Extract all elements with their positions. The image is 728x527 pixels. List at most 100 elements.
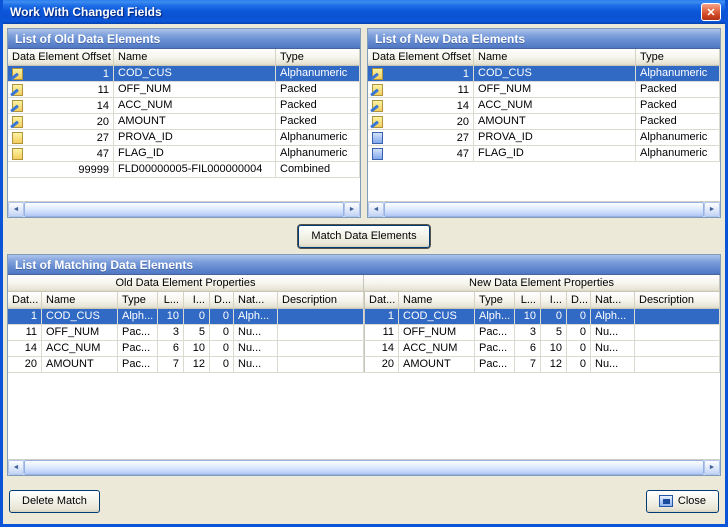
offset-column-header[interactable]: Data Element Offset — [368, 49, 474, 65]
offset-value: 47 — [457, 148, 469, 160]
table-row[interactable]: 20 AMOUNT Packed — [368, 114, 720, 130]
internal-cell: 5 — [184, 325, 210, 340]
close-window-icon — [659, 495, 673, 507]
horizontal-scrollbar[interactable]: ◄ ► — [8, 459, 720, 475]
internal-column-header[interactable]: I... — [541, 292, 567, 308]
grid-filler — [368, 162, 720, 201]
data-element-icon — [12, 132, 23, 144]
description-column-header[interactable]: Description — [635, 292, 720, 308]
dialog-content: List of Old Data Elements Data Element O… — [3, 24, 725, 524]
dat-cell: 11 — [8, 325, 42, 340]
dat-column-header[interactable]: Dat... — [8, 292, 42, 308]
offset-value: 11 — [98, 84, 109, 96]
offset-cell: 27 — [368, 130, 474, 145]
type-column-header[interactable]: Type — [475, 292, 515, 308]
match-data-elements-button[interactable]: Match Data Elements — [298, 225, 429, 248]
matching-row[interactable]: 11 OFF_NUM Pac... 3 5 0 Nu... 11 OFF_NUM… — [8, 325, 720, 341]
table-row[interactable]: 99999 FLD00000005-FIL000000004 Combined — [8, 162, 360, 178]
table-row[interactable]: 27 PROVA_ID Alphanumeric — [368, 130, 720, 146]
scroll-left-button[interactable]: ◄ — [368, 202, 384, 217]
scroll-right-button[interactable]: ► — [704, 460, 720, 475]
scroll-left-button[interactable]: ◄ — [8, 202, 24, 217]
table-row[interactable]: 11 OFF_NUM Packed — [8, 82, 360, 98]
length-column-header[interactable]: L... — [515, 292, 541, 308]
dat-cell: 20 — [8, 357, 42, 372]
description-column-header[interactable]: Description — [278, 292, 364, 308]
new-properties-group-header: New Data Element Properties — [364, 275, 720, 291]
native-cell: Nu... — [234, 357, 278, 372]
scroll-thumb[interactable] — [384, 202, 704, 217]
horizontal-scrollbar[interactable]: ◄ ► — [368, 201, 720, 217]
old-values-half: 20 AMOUNT Pac... 7 12 0 Nu... — [8, 357, 364, 372]
table-row[interactable]: 11 OFF_NUM Packed — [368, 82, 720, 98]
name-column-header[interactable]: Name — [42, 292, 118, 308]
table-row[interactable]: 1 COD_CUS Alphanumeric — [368, 66, 720, 82]
description-cell — [278, 341, 364, 356]
decimals-column-header[interactable]: D... — [210, 292, 234, 308]
name-column-header[interactable]: Name — [474, 49, 636, 65]
native-cell: Alph... — [591, 309, 635, 324]
table-row[interactable]: 20 AMOUNT Packed — [8, 114, 360, 130]
native-column-header[interactable]: Nat... — [591, 292, 635, 308]
length-cell: 3 — [515, 325, 541, 340]
dat-column-header[interactable]: Dat... — [365, 292, 399, 308]
horizontal-scrollbar[interactable]: ◄ ► — [8, 201, 360, 217]
table-row[interactable]: 47 FLAG_ID Alphanumeric — [8, 146, 360, 162]
matching-row[interactable]: 14 ACC_NUM Pac... 6 10 0 Nu... 14 ACC_NU… — [8, 341, 720, 357]
match-button-row: Match Data Elements — [7, 218, 721, 254]
close-window-button[interactable]: ✕ — [701, 3, 721, 21]
type-cell: Pac... — [475, 341, 515, 356]
type-column-header[interactable]: Type — [276, 49, 360, 65]
internal-column-header[interactable]: I... — [184, 292, 210, 308]
name-cell: ACC_NUM — [42, 341, 118, 356]
name-cell: AMOUNT — [399, 357, 475, 372]
matching-row[interactable]: 1 COD_CUS Alph... 10 0 0 Alph... 1 COD_C… — [8, 309, 720, 325]
name-column-header[interactable]: Name — [399, 292, 475, 308]
type-cell: Alphanumeric — [276, 66, 360, 81]
decimals-cell: 0 — [567, 357, 591, 372]
decimals-cell: 0 — [210, 309, 234, 324]
matching-grid: Old Data Element Properties New Data Ele… — [8, 275, 720, 459]
delete-match-button[interactable]: Delete Match — [9, 490, 100, 513]
old-header-half: Dat... Name Type L... I... D... Nat... D… — [8, 292, 364, 308]
type-cell: Pac... — [118, 357, 158, 372]
scroll-thumb[interactable] — [24, 460, 704, 475]
type-cell: Packed — [276, 114, 360, 129]
description-cell — [635, 325, 720, 340]
type-cell: Pac... — [475, 357, 515, 372]
name-cell: PROVA_ID — [114, 130, 276, 145]
type-cell: Alphanumeric — [636, 66, 720, 81]
description-cell — [635, 341, 720, 356]
offset-column-header[interactable]: Data Element Offset — [8, 49, 114, 65]
type-cell: Combined — [276, 162, 360, 177]
type-column-header[interactable]: Type — [118, 292, 158, 308]
table-row[interactable]: 27 PROVA_ID Alphanumeric — [8, 130, 360, 146]
native-cell: Nu... — [234, 325, 278, 340]
close-button[interactable]: Close — [646, 490, 719, 513]
type-column-header[interactable]: Type — [636, 49, 720, 65]
table-row[interactable]: 14 ACC_NUM Packed — [8, 98, 360, 114]
matching-row[interactable]: 20 AMOUNT Pac... 7 12 0 Nu... 20 AMOUNT … — [8, 357, 720, 373]
scroll-right-button[interactable]: ► — [344, 202, 360, 217]
offset-value: 99999 — [78, 164, 109, 176]
native-column-header[interactable]: Nat... — [234, 292, 278, 308]
offset-cell: 47 — [8, 146, 114, 161]
length-column-header[interactable]: L... — [158, 292, 184, 308]
offset-cell: 14 — [368, 98, 474, 113]
scroll-right-button[interactable]: ► — [704, 202, 720, 217]
offset-cell: 1 — [368, 66, 474, 81]
name-cell: FLD00000005-FIL000000004 — [114, 162, 276, 177]
offset-value: 14 — [457, 100, 469, 112]
table-row[interactable]: 47 FLAG_ID Alphanumeric — [368, 146, 720, 162]
scroll-left-button[interactable]: ◄ — [8, 460, 24, 475]
new-elements-panel: List of New Data Elements Data Element O… — [367, 28, 721, 218]
name-cell: PROVA_ID — [474, 130, 636, 145]
table-row[interactable]: 14 ACC_NUM Packed — [368, 98, 720, 114]
old-values-half: 1 COD_CUS Alph... 10 0 0 Alph... — [8, 309, 364, 324]
internal-cell: 12 — [184, 357, 210, 372]
offset-value: 27 — [457, 132, 469, 144]
scroll-thumb[interactable] — [24, 202, 344, 217]
name-column-header[interactable]: Name — [114, 49, 276, 65]
decimals-column-header[interactable]: D... — [567, 292, 591, 308]
table-row[interactable]: 1 COD_CUS Alphanumeric — [8, 66, 360, 82]
